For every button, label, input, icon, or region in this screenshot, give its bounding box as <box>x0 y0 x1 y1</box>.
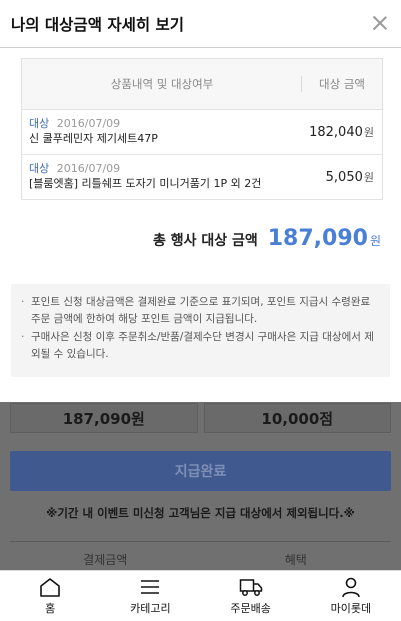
modal-header: 나의 대상금액 자세히 보기 <box>0 0 401 48</box>
menu-icon <box>141 580 160 594</box>
row-currency: 원 <box>363 126 374 139</box>
total-amount: 187,090 <box>267 226 368 251</box>
header-amount: 대상 금액 <box>319 77 365 91</box>
total-currency: 원 <box>369 234 381 248</box>
total-line: 총 행사 대상 금액 187,090 원 <box>153 226 381 251</box>
notice-item: 구매사은 신청 이후 주문취소/반품/결제수단 변경시 구매사은 지급 대상에서… <box>21 329 380 363</box>
nav-home[interactable]: 홈 <box>0 571 100 621</box>
nav-label: 주문배송 <box>230 602 271 615</box>
bg-points: 10,000점 <box>203 403 391 433</box>
table-row: 대상 2016/07/09 신 쿨푸레민자 제기세트47P 182,040 원 <box>22 110 382 155</box>
home-icon <box>40 578 60 597</box>
notice-item: 포인트 신청 대상금액은 결제완료 기준으로 표기되며, 포인트 지급시 수령완… <box>21 294 380 328</box>
product-name: [블룸엣홈] 리틀쉐프 도자기 미니거품기 1P 외 2건 <box>29 177 262 190</box>
bg-notice: ※기간 내 이벤트 미신청 고객님은 지급 대상에서 제외됩니다.※ <box>46 506 355 520</box>
nav-order-delivery[interactable]: 주문배송 <box>201 571 301 621</box>
close-icon[interactable] <box>369 12 391 34</box>
row-amount: 182,040 <box>309 124 363 140</box>
target-tag: 대상 <box>29 117 50 130</box>
total-label: 총 행사 대상 금액 <box>152 233 258 249</box>
order-date: 2016/07/09 <box>56 162 121 175</box>
product-name: 신 쿨푸레민자 제기세트47P <box>29 132 158 145</box>
target-tag: 대상 <box>29 162 50 175</box>
modal-title: 나의 대상금액 자세히 보기 <box>11 15 185 34</box>
row-currency: 원 <box>363 171 374 184</box>
row-amount: 5,050 <box>325 169 363 185</box>
order-date: 2016/07/09 <box>56 117 121 130</box>
nav-label: 홈 <box>45 602 56 615</box>
nav-label: 마이롯데 <box>330 602 372 615</box>
bg-amount-row: 187,090원 10,000점 <box>10 403 391 433</box>
nav-my-lotte[interactable]: 마이롯데 <box>301 571 401 621</box>
payment-complete-button[interactable]: 지급완료 <box>10 451 391 491</box>
truck-icon <box>239 579 262 596</box>
table-header: 상품내역 및 대상여부 대상 금액 <box>22 59 382 110</box>
notice-box: 포인트 신청 대상금액은 결제완료 기준으로 표기되며, 포인트 지급시 수령완… <box>11 284 390 377</box>
nav-category[interactable]: 카테고리 <box>100 571 200 621</box>
header-item: 상품내역 및 대상여부 <box>22 59 302 109</box>
nav-label: 카테고리 <box>130 602 171 615</box>
detail-table: 상품내역 및 대상여부 대상 금액 대상 2016/07/09 신 쿨푸레민자 … <box>21 58 383 200</box>
bottom-nav: 홈 카테고리 주문배송 마이롯데 <box>0 570 401 621</box>
table-row: 대상 2016/07/09 [블룸엣홈] 리틀쉐프 도자기 미니거품기 1P 외… <box>22 155 382 199</box>
bg-payment-amount: 187,090원 <box>10 403 198 433</box>
detail-modal: 나의 대상금액 자세히 보기 상품내역 및 대상여부 대상 금액 대상 2016… <box>0 0 401 402</box>
person-icon <box>342 577 360 598</box>
